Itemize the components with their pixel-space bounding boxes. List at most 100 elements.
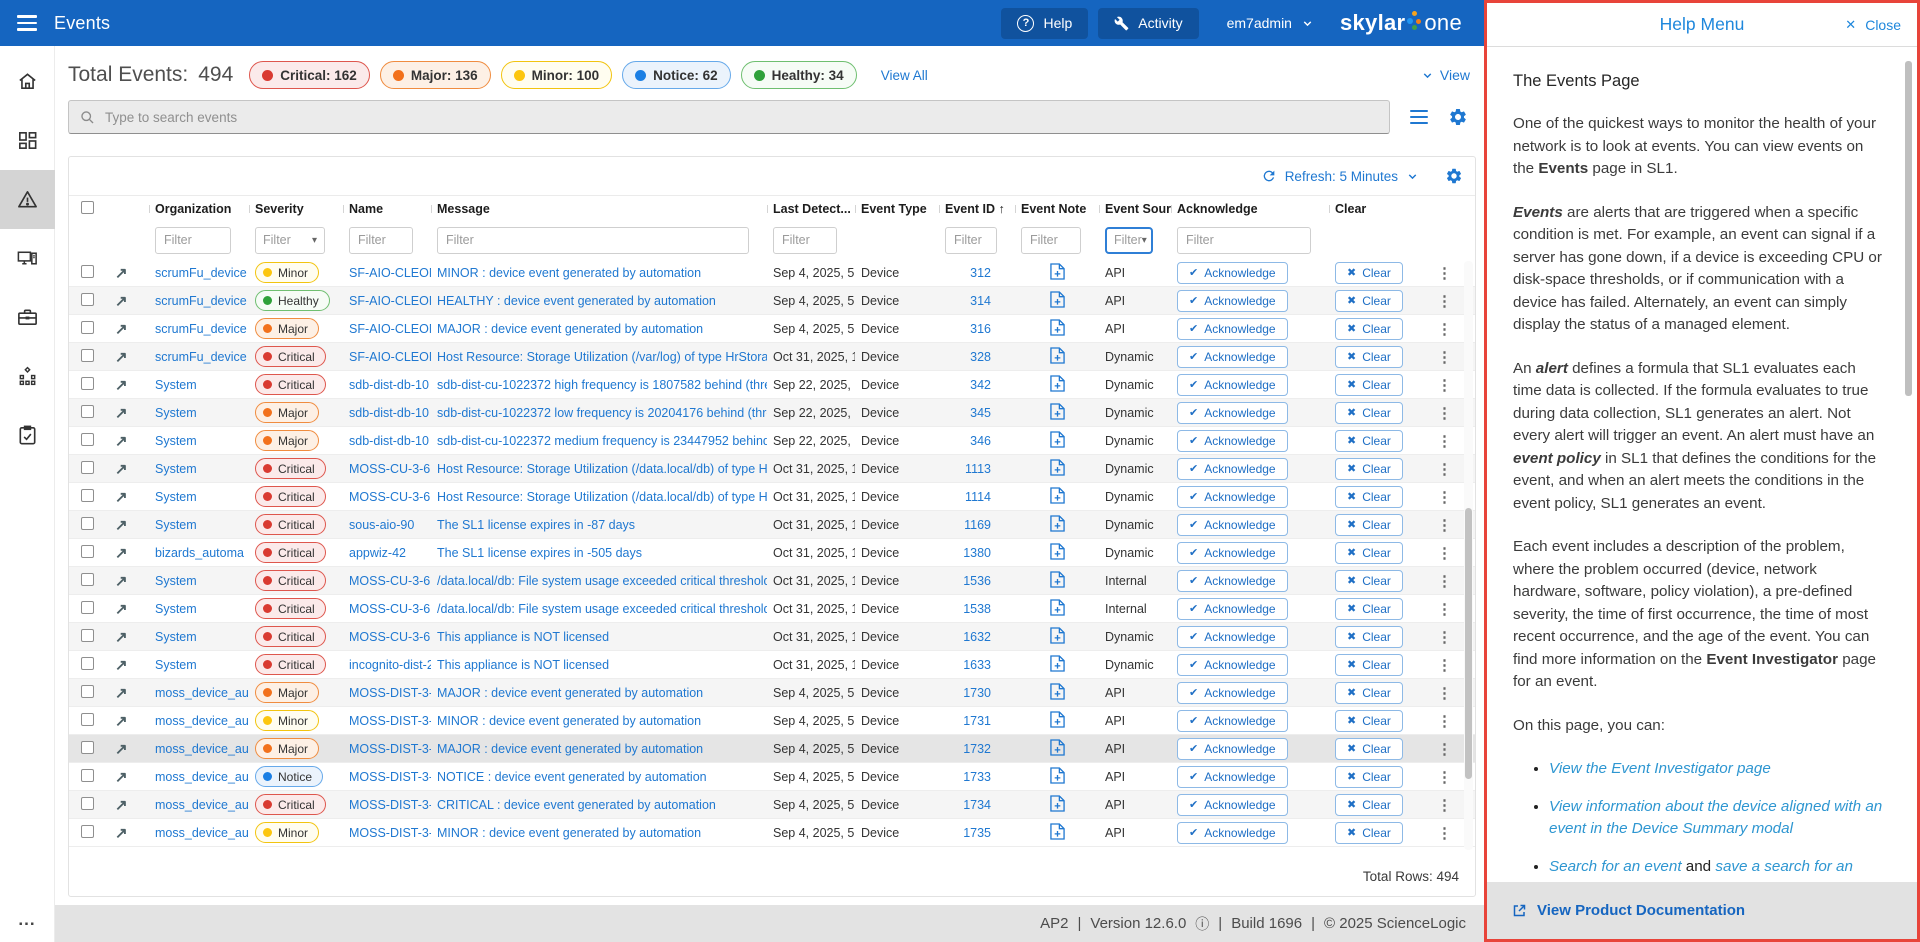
row-actions-kebab-icon[interactable]: ⋮: [1437, 489, 1452, 506]
add-note-button[interactable]: [1049, 598, 1065, 616]
event-id-link[interactable]: 342: [939, 378, 1015, 392]
user-menu[interactable]: em7admin: [1227, 15, 1314, 31]
sidebar-item-business-services[interactable]: [0, 288, 55, 347]
organization-link[interactable]: scrumFu_device: [149, 350, 249, 364]
organization-link[interactable]: moss_device_au: [149, 798, 249, 812]
clear-button[interactable]: ✖ Clear: [1335, 709, 1403, 732]
info-icon[interactable]: ⓘ: [1195, 914, 1209, 934]
search-input[interactable]: [105, 109, 1379, 125]
device-name-link[interactable]: SF-AIO-CLEON: [343, 350, 431, 364]
open-event-icon[interactable]: ↗: [115, 321, 128, 338]
row-checkbox[interactable]: [75, 796, 109, 813]
open-event-icon[interactable]: ↗: [115, 629, 128, 646]
table-settings-gear-icon[interactable]: [1445, 167, 1463, 185]
event-message-link[interactable]: Host Resource: Storage Utilization (/dat…: [431, 462, 767, 476]
acknowledge-button[interactable]: ✔ Acknowledge: [1177, 597, 1288, 620]
acknowledge-button[interactable]: ✔ Acknowledge: [1177, 513, 1288, 536]
sidebar-item-devices[interactable]: [0, 229, 55, 288]
row-checkbox[interactable]: [75, 572, 109, 589]
device-name-link[interactable]: MOSS-CU-3-6: [343, 602, 431, 616]
organization-link[interactable]: System: [149, 630, 249, 644]
add-note-button[interactable]: [1049, 402, 1065, 420]
column-header-name[interactable]: Name: [343, 202, 431, 216]
clear-button[interactable]: ✖ Clear: [1335, 289, 1403, 312]
acknowledge-button[interactable]: ✔ Acknowledge: [1177, 261, 1288, 284]
acknowledge-button[interactable]: ✔ Acknowledge: [1177, 793, 1288, 816]
organization-filter-input[interactable]: [155, 226, 231, 254]
row-actions-kebab-icon[interactable]: ⋮: [1437, 657, 1452, 674]
acknowledge-button[interactable]: ✔ Acknowledge: [1177, 289, 1288, 312]
row-actions-kebab-icon[interactable]: ⋮: [1437, 797, 1452, 814]
open-event-icon[interactable]: ↗: [115, 545, 128, 562]
clear-button[interactable]: ✖ Clear: [1335, 541, 1403, 564]
clear-button[interactable]: ✖ Clear: [1335, 457, 1403, 480]
open-event-icon[interactable]: ↗: [115, 405, 128, 422]
event-message-link[interactable]: MINOR : device event generated by automa…: [431, 714, 767, 728]
row-actions-kebab-icon[interactable]: ⋮: [1437, 573, 1452, 590]
row-checkbox[interactable]: [75, 404, 109, 421]
sidebar-item-events[interactable]: [0, 170, 55, 229]
hamburger-menu-icon[interactable]: [0, 15, 54, 31]
event-message-link[interactable]: /data.local/db: File system usage exceed…: [431, 602, 767, 616]
event-message-link[interactable]: The SL1 license expires in -505 days: [431, 546, 767, 560]
column-header-event_note[interactable]: Event Note: [1015, 202, 1099, 216]
row-checkbox[interactable]: [75, 264, 109, 281]
add-note-button[interactable]: [1049, 262, 1065, 280]
event-message-link[interactable]: MAJOR : device event generated by automa…: [431, 322, 767, 336]
organization-link[interactable]: moss_device_au: [149, 770, 249, 784]
open-event-icon[interactable]: ↗: [115, 377, 128, 394]
last_detected-filter-input[interactable]: [773, 226, 837, 254]
device-name-link[interactable]: MOSS-DIST-3-4: [343, 770, 431, 784]
acknowledge-button[interactable]: ✔ Acknowledge: [1177, 765, 1288, 788]
add-note-button[interactable]: [1049, 710, 1065, 728]
event-id-link[interactable]: 1538: [939, 602, 1015, 616]
open-event-icon[interactable]: ↗: [115, 713, 128, 730]
row-actions-kebab-icon[interactable]: ⋮: [1437, 461, 1452, 478]
device-name-link[interactable]: MOSS-CU-3-6: [343, 630, 431, 644]
device-name-link[interactable]: MOSS-DIST-3-4: [343, 742, 431, 756]
add-note-button[interactable]: [1049, 682, 1065, 700]
column-header-event_type[interactable]: Event Type: [855, 202, 939, 216]
clear-button[interactable]: ✖ Clear: [1335, 345, 1403, 368]
acknowledge-button[interactable]: ✔ Acknowledge: [1177, 821, 1288, 844]
row-actions-kebab-icon[interactable]: ⋮: [1437, 265, 1452, 282]
message-filter-input[interactable]: [437, 226, 749, 254]
row-actions-kebab-icon[interactable]: ⋮: [1437, 377, 1452, 394]
organization-link[interactable]: System: [149, 518, 249, 532]
open-event-icon[interactable]: ↗: [115, 601, 128, 618]
row-actions-kebab-icon[interactable]: ⋮: [1437, 321, 1452, 338]
organization-link[interactable]: System: [149, 602, 249, 616]
open-event-icon[interactable]: ↗: [115, 489, 128, 506]
add-note-button[interactable]: [1049, 458, 1065, 476]
open-event-icon[interactable]: ↗: [115, 265, 128, 282]
device-name-link[interactable]: MOSS-DIST-3-4: [343, 798, 431, 812]
device-name-link[interactable]: SF-AIO-CLEON: [343, 322, 431, 336]
event-id-link[interactable]: 1731: [939, 714, 1015, 728]
acknowledge-button[interactable]: ✔ Acknowledge: [1177, 457, 1288, 480]
event-id-link[interactable]: 1113: [939, 462, 1015, 476]
event-message-link[interactable]: CRITICAL : device event generated by aut…: [431, 798, 767, 812]
event-id-link[interactable]: 1730: [939, 686, 1015, 700]
badge-critical[interactable]: Critical: 162: [249, 61, 370, 89]
open-event-icon[interactable]: ↗: [115, 797, 128, 814]
event-message-link[interactable]: MAJOR : device event generated by automa…: [431, 686, 767, 700]
clear-button[interactable]: ✖ Clear: [1335, 737, 1403, 760]
open-event-icon[interactable]: ↗: [115, 825, 128, 842]
acknowledge-button[interactable]: ✔ Acknowledge: [1177, 569, 1288, 592]
event-id-link[interactable]: 316: [939, 322, 1015, 336]
row-actions-kebab-icon[interactable]: ⋮: [1437, 629, 1452, 646]
add-note-button[interactable]: [1049, 430, 1065, 448]
device-name-link[interactable]: sdb-dist-db-10: [343, 434, 431, 448]
row-checkbox[interactable]: [75, 684, 109, 701]
event-id-link[interactable]: 1735: [939, 826, 1015, 840]
row-checkbox[interactable]: [75, 348, 109, 365]
clear-button[interactable]: ✖ Clear: [1335, 681, 1403, 704]
add-note-button[interactable]: [1049, 290, 1065, 308]
add-note-button[interactable]: [1049, 766, 1065, 784]
organization-link[interactable]: System: [149, 462, 249, 476]
row-actions-kebab-icon[interactable]: ⋮: [1437, 685, 1452, 702]
event-id-link[interactable]: 1169: [939, 518, 1015, 532]
clear-button[interactable]: ✖ Clear: [1335, 653, 1403, 676]
organization-link[interactable]: moss_device_au: [149, 686, 249, 700]
organization-link[interactable]: System: [149, 378, 249, 392]
